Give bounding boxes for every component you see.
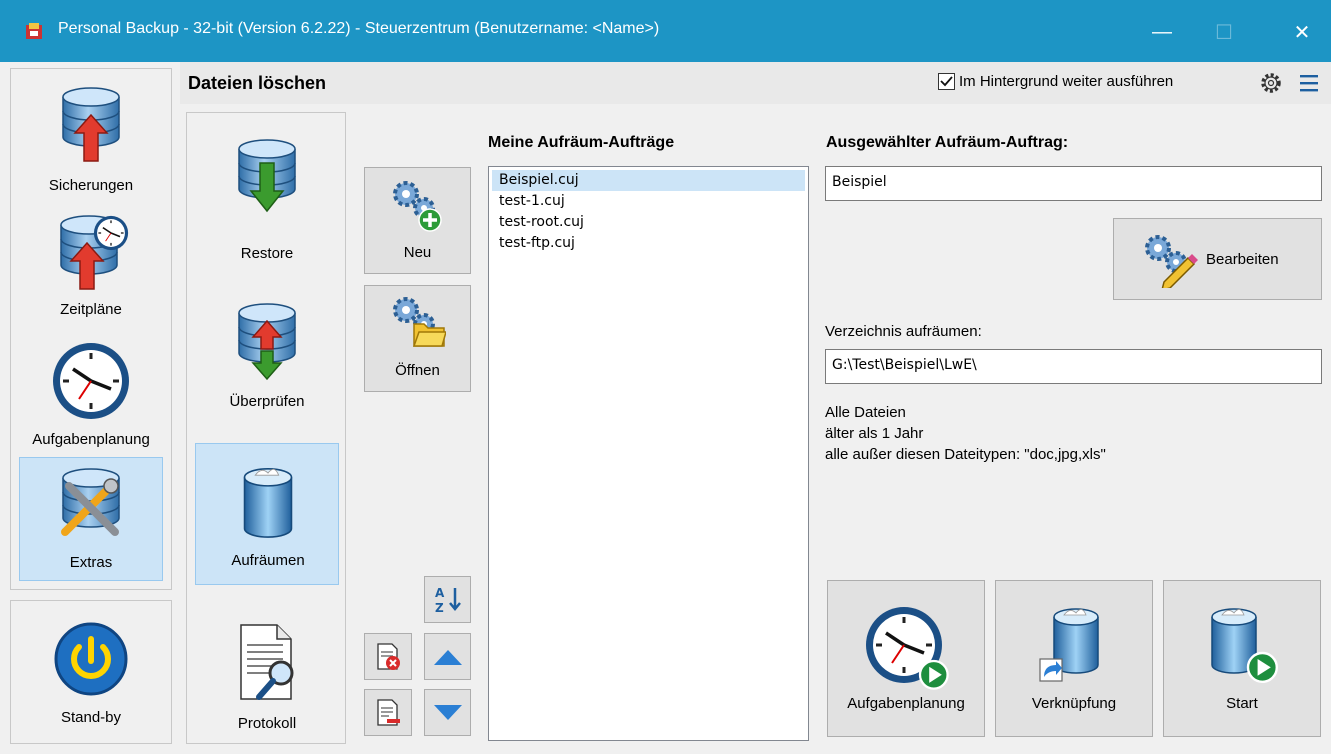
selected-job-heading: Ausgewählter Aufräum-Auftrag:: [826, 134, 1069, 151]
subnav-label: Protokoll: [237, 715, 297, 732]
svg-text:Z: Z: [435, 601, 444, 615]
close-button[interactable]: ✕: [1282, 14, 1322, 50]
shortcut-label: Verknüpfung: [1031, 695, 1117, 712]
gear-add-icon: [393, 181, 442, 232]
window-title: Personal Backup - 32-bit (Version 6.2.22…: [58, 20, 660, 37]
list-item[interactable]: Beispiel.cuj: [492, 170, 805, 191]
minimize-button[interactable]: —: [1142, 14, 1182, 50]
info-line: alle außer diesen Dateitypen: "doc,jpg,x…: [825, 446, 1106, 463]
standby-panel: Stand-by: [10, 600, 172, 744]
schedule-database-icon: [60, 215, 129, 290]
remove-entry-button[interactable]: [364, 689, 412, 736]
check-icon: [940, 76, 953, 87]
directory-field[interactable]: G:\Test\Beispiel\LwE\: [825, 349, 1322, 384]
move-down-button[interactable]: [424, 689, 471, 736]
delete-job-button[interactable]: [364, 633, 412, 680]
subnav-item-restore[interactable]: Restore: [195, 129, 339, 273]
sidebar-item-label: Sicherungen: [48, 177, 134, 194]
maximize-icon: ☐: [1215, 21, 1233, 44]
arrow-up-icon: [434, 650, 462, 665]
maximize-button[interactable]: ☐: [1204, 14, 1244, 50]
delete-document-icon: [377, 643, 400, 670]
sidebar-item-label: Zeitpläne: [60, 301, 122, 318]
power-icon: [54, 622, 128, 696]
background-toggle[interactable]: Im Hintergrund weiter ausführen: [938, 73, 1173, 90]
clock-icon: [51, 341, 131, 421]
directory-label: Verzeichnis aufräumen:: [825, 323, 982, 340]
shortcut-button[interactable]: Verknüpfung: [995, 580, 1153, 737]
sidebar-item-sicherungen[interactable]: Sicherungen: [19, 81, 163, 205]
open-button[interactable]: Öffnen: [364, 285, 471, 392]
subnav-item-protokoll[interactable]: Protokoll: [195, 609, 339, 739]
subnav-item-aufraeumen[interactable]: Aufräumen: [195, 443, 339, 585]
sub-navigation: Restore Überprüfen Aufräumen Protokoll: [186, 112, 346, 744]
edit-label: Bearbeiten: [1206, 251, 1279, 268]
subnav-label: Überprüfen: [229, 393, 305, 410]
standby-button[interactable]: Stand-by: [19, 609, 163, 735]
arrow-down-icon: [434, 705, 462, 720]
main-sidebar: Sicherungen Zeitpläne Aufgabenplanung Ex…: [10, 68, 172, 590]
backup-database-icon: [62, 87, 120, 162]
tools-database-icon: [61, 468, 120, 536]
subnav-label: Aufräumen: [231, 552, 305, 569]
background-checkbox[interactable]: [938, 73, 955, 90]
move-up-button[interactable]: [424, 633, 471, 680]
log-document-icon: [240, 624, 294, 700]
page-title: Dateien löschen: [188, 73, 327, 93]
standby-label: Stand-by: [60, 709, 122, 726]
new-label: Neu: [403, 244, 432, 261]
sidebar-item-label: Aufgabenplanung: [32, 431, 150, 448]
list-item[interactable]: test-1.cuj: [489, 191, 808, 212]
minimize-icon: —: [1152, 20, 1172, 43]
subnav-item-ueberpruefen[interactable]: Überprüfen: [195, 289, 339, 439]
subnav-label: Restore: [240, 245, 294, 262]
jobs-list[interactable]: Beispiel.cuj test-1.cuj test-root.cuj te…: [488, 166, 809, 741]
sort-button[interactable]: A Z: [424, 576, 471, 623]
gear-edit-icon: [1145, 235, 1198, 288]
clock-play-icon: [864, 605, 949, 690]
cleanup-bin-icon: [243, 467, 293, 538]
header-bar: Dateien löschen Im Hintergrund weiter au…: [180, 62, 1331, 104]
start-button[interactable]: Start: [1163, 580, 1321, 737]
sidebar-item-aufgabenplanung[interactable]: Aufgabenplanung: [19, 337, 163, 453]
sidebar-item-extras[interactable]: Extras: [19, 457, 163, 581]
bin-play-icon: [1211, 608, 1279, 683]
sidebar-item-label: Extras: [69, 554, 113, 571]
start-label: Start: [1226, 695, 1258, 712]
sidebar-item-zeitplaene[interactable]: Zeitpläne: [19, 209, 163, 333]
app-icon: [26, 23, 42, 39]
info-line: älter als 1 Jahr: [825, 425, 924, 442]
background-label: Im Hintergrund weiter ausführen: [959, 73, 1174, 90]
list-item[interactable]: test-root.cuj: [489, 212, 808, 233]
schedule-button[interactable]: Aufgabenplanung: [827, 580, 985, 737]
job-name-field[interactable]: Beispiel: [825, 166, 1322, 201]
schedule-label: Aufgabenplanung: [847, 695, 965, 712]
svg-text:A: A: [435, 586, 445, 600]
jobs-heading: Meine Aufräum-Aufträge: [488, 134, 675, 151]
restore-database-icon: [238, 139, 296, 213]
close-icon: ✕: [1293, 21, 1311, 44]
title-bar: Personal Backup - 32-bit (Version 6.2.22…: [0, 0, 1331, 62]
edit-button[interactable]: Bearbeiten: [1113, 218, 1322, 300]
remove-document-icon: [377, 699, 400, 726]
new-button[interactable]: Neu: [364, 167, 471, 274]
info-line: Alle Dateien: [825, 404, 906, 421]
settings-gear-icon[interactable]: [1258, 70, 1284, 96]
bin-shortcut-icon: [1039, 608, 1099, 682]
open-label: Öffnen: [395, 362, 440, 379]
hamburger-menu-icon[interactable]: [1298, 72, 1320, 94]
sort-az-icon: A Z: [435, 586, 461, 615]
gear-folder-icon: [393, 297, 446, 347]
verify-database-icon: [238, 303, 296, 381]
list-item[interactable]: test-ftp.cuj: [489, 233, 808, 254]
